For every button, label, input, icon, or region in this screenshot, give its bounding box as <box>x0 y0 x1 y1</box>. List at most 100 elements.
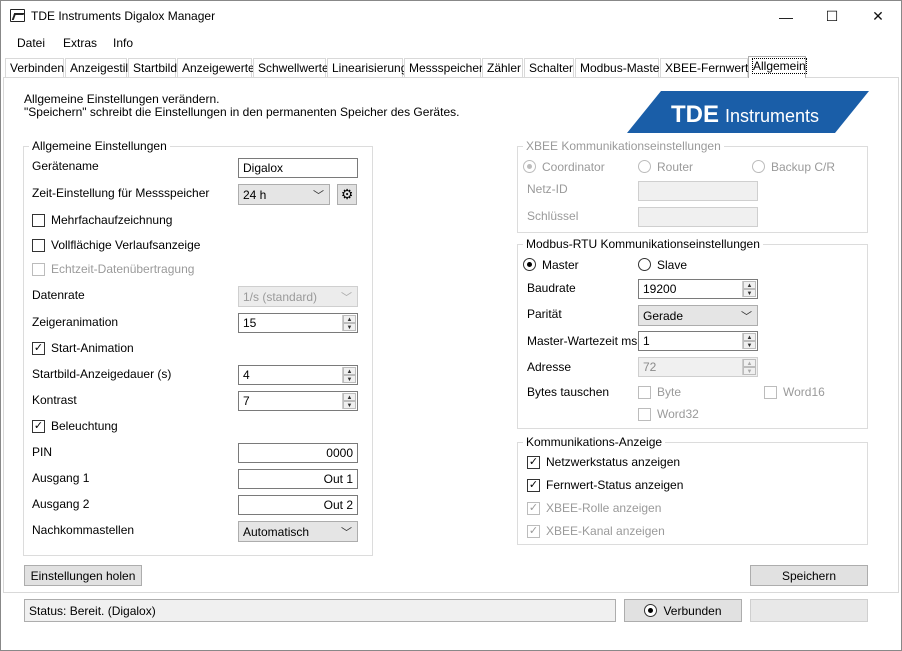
device-name-input[interactable]: Digalox <box>238 158 358 178</box>
modbus-slave-radio[interactable] <box>638 258 651 271</box>
tab-linearisierung[interactable]: Linearisierung <box>327 58 407 77</box>
xbee-router-radio[interactable] <box>638 160 651 173</box>
close-button[interactable]: ✕ <box>855 1 901 32</box>
intro-line-2: "Speichern" schreibt die Einstellungen i… <box>24 105 460 119</box>
start-anim-checkbox[interactable]: ✓ <box>32 342 45 355</box>
device-name-label: Gerätename <box>32 159 99 173</box>
remote-status-checkbox[interactable]: ✓ <box>527 479 540 492</box>
fetch-settings-button[interactable]: Einstellungen holen <box>24 565 142 586</box>
save-button[interactable]: Speichern <box>750 565 868 586</box>
minimize-button[interactable]: — <box>763 1 809 32</box>
app-icon <box>10 9 25 22</box>
xbee-role-checkbox[interactable]: ✓ <box>527 502 540 515</box>
pointer-anim-label: Zeigeranimation <box>32 315 119 329</box>
spin-up-icon[interactable]: ▲ <box>743 359 756 367</box>
output1-label: Ausgang 1 <box>32 471 90 485</box>
modbus-master-label: Master <box>542 258 579 272</box>
spin-up-icon[interactable]: ▲ <box>343 393 356 401</box>
tab-schalter[interactable]: Schalter <box>524 58 574 77</box>
fullarea-label: Vollflächige Verlaufsanzeige <box>51 238 201 252</box>
spin-up-icon[interactable]: ▲ <box>343 315 356 323</box>
xbee-coordinator-radio[interactable] <box>523 160 536 173</box>
address-spinner[interactable]: 72 ▲ ▼ <box>638 357 758 377</box>
backlight-checkbox[interactable]: ✓ <box>32 420 45 433</box>
connected-indicator-icon <box>644 604 658 617</box>
spin-up-icon[interactable]: ▲ <box>743 333 756 341</box>
spin-down-icon[interactable]: ▼ <box>343 401 356 409</box>
xbee-channel-checkbox[interactable]: ✓ <box>527 525 540 538</box>
tab-zaehler[interactable]: Zähler <box>482 58 523 77</box>
window-title: TDE Instruments Digalox Manager <box>31 9 216 23</box>
spin-down-icon[interactable]: ▼ <box>343 323 356 331</box>
swap-word32-checkbox[interactable] <box>638 408 651 421</box>
spin-up-icon[interactable]: ▲ <box>743 281 756 289</box>
time-setting-combo[interactable]: 24 h ﹀ <box>238 184 330 205</box>
xbee-key-input[interactable] <box>638 207 758 227</box>
output2-label: Ausgang 2 <box>32 497 90 511</box>
datarate-combo[interactable]: 1/s (standard) ﹀ <box>238 286 358 307</box>
multi-record-checkbox[interactable] <box>32 214 45 227</box>
pin-input[interactable]: 0000 <box>238 443 358 463</box>
swap-byte-checkbox[interactable] <box>638 386 651 399</box>
spin-down-icon[interactable]: ▼ <box>743 289 756 297</box>
tab-startbild[interactable]: Startbild <box>128 58 177 77</box>
address-label: Adresse <box>527 360 572 374</box>
connected-button[interactable]: Verbunden <box>624 599 742 622</box>
menu-datei[interactable]: Datei <box>17 36 45 50</box>
parity-label: Parität <box>527 307 562 321</box>
modbus-master-radio[interactable] <box>523 258 536 271</box>
swap-word16-label: Word16 <box>783 385 825 399</box>
output1-input[interactable]: Out 1 <box>238 469 358 489</box>
pin-label: PIN <box>32 445 53 459</box>
xbee-netid-input[interactable] <box>638 181 758 201</box>
xbee-channel-label: XBEE-Kanal anzeigen <box>546 524 665 538</box>
decimals-combo[interactable]: Automatisch ﹀ <box>238 521 358 542</box>
decimals-label: Nachkommastellen <box>32 523 135 537</box>
swap-word16-checkbox[interactable] <box>764 386 777 399</box>
pointer-anim-spinner[interactable]: 15 ▲ ▼ <box>238 313 358 333</box>
backlight-label: Beleuchtung <box>51 419 118 433</box>
xbee-coordinator-label: Coordinator <box>542 160 605 174</box>
network-status-checkbox[interactable]: ✓ <box>527 456 540 469</box>
tab-schwellwerte[interactable]: Schwellwerte <box>253 58 329 77</box>
menu-extras[interactable]: Extras <box>63 36 97 50</box>
logo-brand: TDE <box>671 101 719 128</box>
menu-info[interactable]: Info <box>113 36 133 50</box>
time-setting-label: Zeit-Einstellung für Messspeicher <box>32 186 210 200</box>
fullarea-checkbox[interactable] <box>32 239 45 252</box>
realtime-checkbox[interactable] <box>32 263 45 276</box>
parity-combo[interactable]: Gerade ﹀ <box>638 305 758 326</box>
status-text: Status: Bereit. (Digalox) <box>29 604 156 618</box>
spin-down-icon[interactable]: ▼ <box>343 375 356 383</box>
blank-button[interactable] <box>750 599 868 622</box>
xbee-router-label: Router <box>657 160 694 174</box>
baudrate-spinner[interactable]: 19200 ▲ ▼ <box>638 279 758 299</box>
tab-allgemein[interactable]: Allgemein <box>748 56 807 78</box>
bytes-swap-label: Bytes tauschen <box>527 385 610 399</box>
tab-verbinden[interactable]: Verbinden <box>5 58 64 77</box>
xbee-backup-radio[interactable] <box>752 160 765 173</box>
tab-messspeicher[interactable]: Messspeicher <box>404 58 483 77</box>
tab-anzeigewerte[interactable]: Anzeigewerte <box>177 58 255 77</box>
maximize-button[interactable]: ☐ <box>809 1 855 32</box>
contrast-spinner[interactable]: 7 ▲ ▼ <box>238 391 358 411</box>
modbus-slave-label: Slave <box>657 258 688 272</box>
startimage-duration-spinner[interactable]: 4 ▲ ▼ <box>238 365 358 385</box>
time-settings-gear-button[interactable]: ⚙ <box>337 184 357 205</box>
startimage-duration-label: Startbild-Anzeigedauer (s) <box>32 367 172 381</box>
group-general-title: Allgemeine Einstellungen <box>29 139 170 153</box>
chevron-down-icon: ﹀ <box>341 292 352 304</box>
xbee-backup-label: Backup C/R <box>771 160 836 174</box>
spin-down-icon[interactable]: ▼ <box>743 367 756 375</box>
tab-anzeigestil[interactable]: Anzeigestil <box>65 58 128 77</box>
tde-logo: TDE Instruments <box>627 91 869 133</box>
tab-xbee-fernwerte[interactable]: XBEE-Fernwerte <box>660 58 755 77</box>
spin-up-icon[interactable]: ▲ <box>343 367 356 375</box>
spin-down-icon[interactable]: ▼ <box>743 341 756 349</box>
master-wait-label: Master-Wartezeit ms <box>527 334 638 348</box>
group-comm-title: Kommunikations-Anzeige <box>523 435 666 449</box>
output2-input[interactable]: Out 2 <box>238 495 358 515</box>
tab-modbus-master[interactable]: Modbus-Master <box>575 58 663 77</box>
master-wait-spinner[interactable]: 1 ▲ ▼ <box>638 331 758 351</box>
remote-status-label: Fernwert-Status anzeigen <box>546 478 684 492</box>
